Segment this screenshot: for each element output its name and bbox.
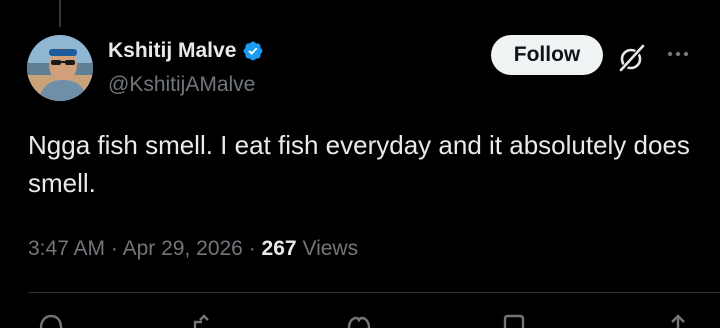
views-label[interactable]: Views: [302, 237, 358, 260]
verified-badge-icon[interactable]: [242, 40, 264, 62]
avatar-image: [27, 35, 93, 101]
tweet-time[interactable]: 3:47 AM: [28, 237, 105, 260]
follow-button[interactable]: Follow: [491, 35, 603, 75]
avatar[interactable]: [27, 35, 93, 101]
divider: [28, 292, 720, 293]
author-name[interactable]: Kshitij Malve: [108, 38, 236, 64]
share-icon[interactable]: [664, 314, 692, 328]
tweet-date[interactable]: Apr 29, 2026: [123, 237, 243, 260]
meta-separator: ·: [248, 237, 256, 260]
meta-separator: ·: [110, 237, 118, 260]
thread-connector-line: [59, 0, 61, 27]
more-icon[interactable]: [664, 44, 692, 64]
tweet-meta: 3:47 AM · Apr 29, 2026 · 267 Views: [28, 234, 358, 264]
reply-icon[interactable]: [37, 314, 65, 328]
tweet-text: Ngga fish smell. I eat fish everyday and…: [28, 130, 690, 198]
bookmark-icon[interactable]: [500, 314, 528, 328]
repost-icon[interactable]: [190, 314, 218, 328]
author-handle[interactable]: @KshitijAMalve: [108, 72, 255, 98]
like-icon[interactable]: [345, 314, 373, 328]
author-name-row: Kshitij Malve: [108, 38, 264, 64]
grok-icon[interactable]: [616, 42, 648, 74]
views-count[interactable]: 267: [262, 237, 297, 260]
